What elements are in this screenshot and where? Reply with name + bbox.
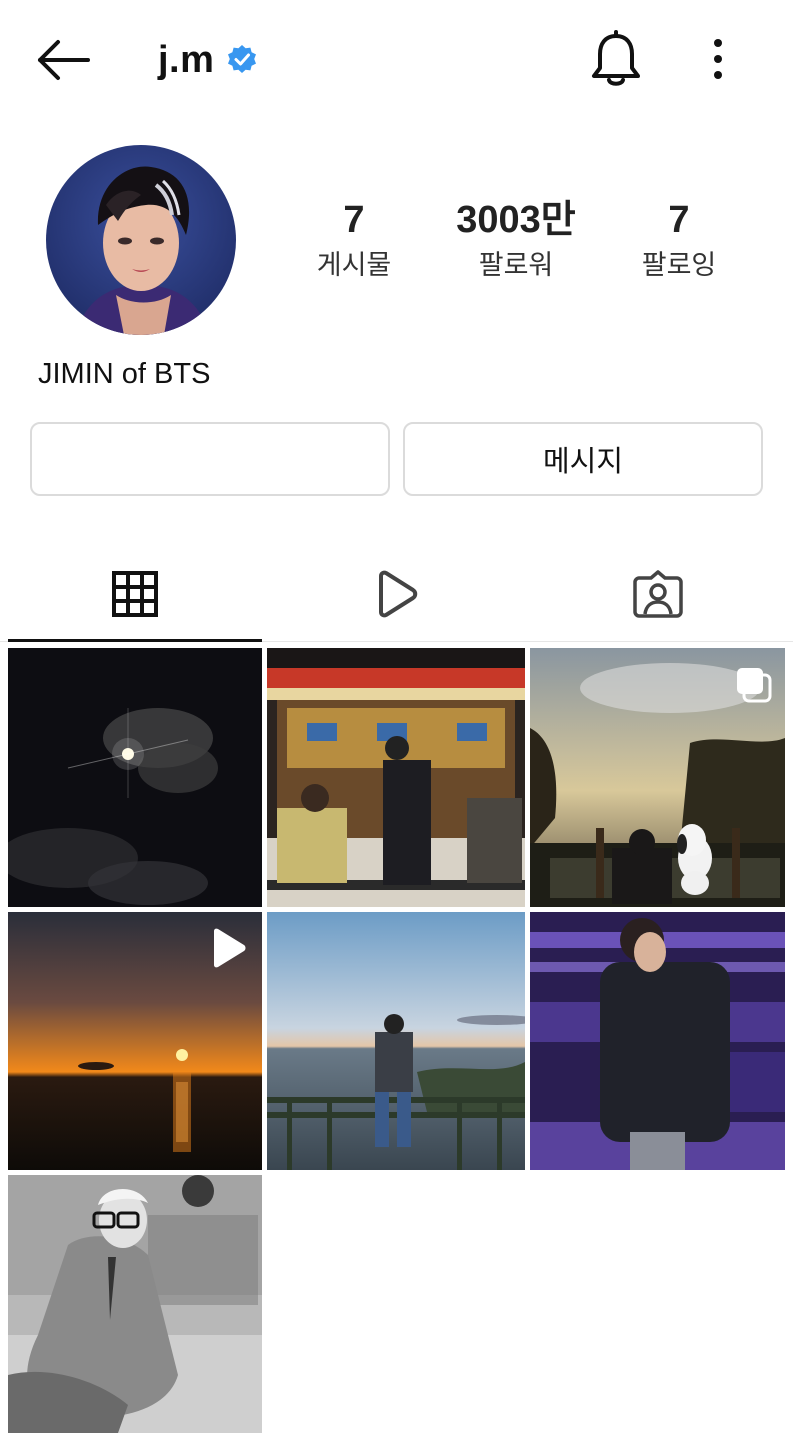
username: j.m	[158, 38, 215, 81]
arrow-left-icon	[38, 40, 90, 80]
top-bar: j.m	[0, 0, 793, 120]
post-image-market	[267, 648, 525, 907]
verified-badge-icon	[228, 45, 257, 73]
profile-avatar[interactable]	[46, 145, 236, 335]
more-vertical-icon	[714, 39, 722, 79]
posts-label: 게시물	[316, 250, 392, 281]
stat-posts[interactable]: 7 게시물	[269, 198, 439, 286]
following-label: 팔로잉	[641, 250, 717, 281]
active-tab-indicator	[8, 639, 262, 642]
tab-posts[interactable]	[8, 545, 262, 643]
followers-count: 3003만	[456, 199, 576, 241]
grid-icon	[112, 571, 158, 617]
post-image-seaside	[267, 912, 525, 1170]
following-count: 7	[668, 199, 690, 241]
carousel-icon	[737, 668, 772, 703]
posts-count: 7	[343, 199, 365, 241]
back-button[interactable]	[32, 36, 96, 84]
stat-followers[interactable]: 3003만 팔로워	[431, 198, 601, 286]
post-image-arena	[530, 912, 785, 1170]
avatar-image	[46, 145, 236, 335]
notifications-button[interactable]	[588, 30, 644, 90]
post-tile-5[interactable]	[267, 912, 525, 1170]
tagged-person-icon	[633, 570, 683, 618]
followers-label: 팔로워	[478, 250, 554, 281]
display-name: JIMIN of BTS	[38, 358, 211, 390]
post-image-moon	[8, 648, 262, 907]
message-button[interactable]: 메시지	[403, 422, 763, 496]
post-tile-1[interactable]	[8, 648, 262, 907]
play-icon	[379, 570, 418, 618]
post-tile-3[interactable]	[530, 648, 785, 907]
reel-play-icon	[214, 928, 246, 968]
post-tile-2[interactable]	[267, 648, 525, 907]
post-tile-4[interactable]	[8, 912, 262, 1170]
post-tile-6[interactable]	[530, 912, 785, 1170]
post-image-portrait	[8, 1175, 262, 1433]
stat-following[interactable]: 7 팔로잉	[594, 198, 764, 286]
profile-page: j.m 7 게시물 3003만 팔로워 7 팔로잉 JIMIN of BTS 메…	[0, 0, 793, 1440]
follow-button[interactable]	[30, 422, 390, 496]
profile-tabs	[0, 545, 793, 645]
tab-reels[interactable]	[268, 545, 526, 643]
more-options-button[interactable]	[700, 34, 736, 86]
tab-tagged[interactable]	[531, 545, 785, 643]
post-tile-7[interactable]	[8, 1175, 262, 1433]
username-header: j.m	[158, 30, 258, 90]
bell-icon	[592, 30, 640, 86]
